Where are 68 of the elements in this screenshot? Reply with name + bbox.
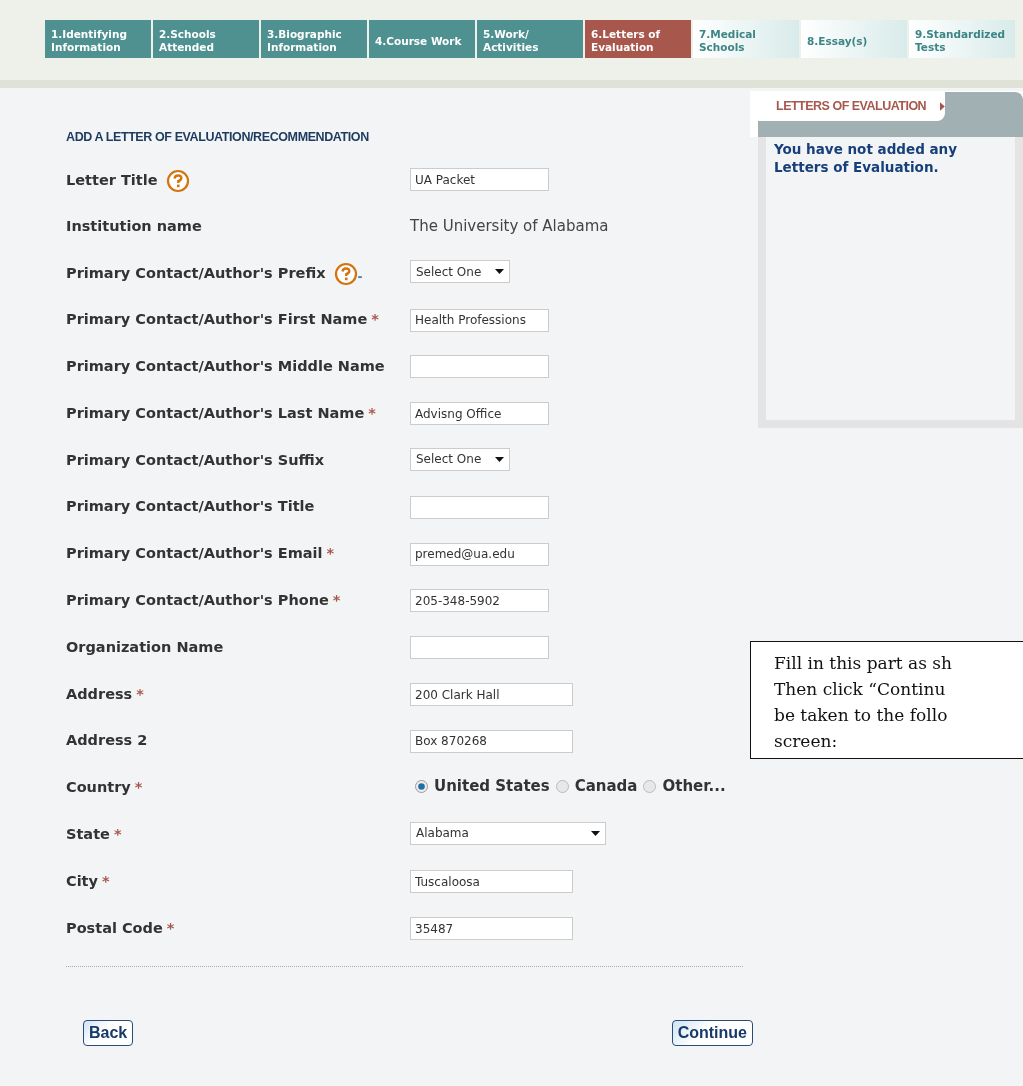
required-mark: * (332, 590, 341, 610)
field-label: Letter Title (66, 170, 158, 190)
required-mark: * (134, 778, 143, 798)
text-field[interactable]: Health Professions (410, 308, 549, 332)
text-field[interactable]: UA Packet (410, 168, 549, 192)
help-icon[interactable] (165, 168, 190, 193)
step-tab[interactable]: 2.Schools Attended (153, 20, 259, 58)
required-mark: * (371, 310, 379, 330)
radio-option[interactable]: Canada (555, 775, 638, 798)
arrow-icon (940, 101, 945, 111)
step-tab[interactable]: 9.Standardized Tests (909, 20, 1015, 58)
field-label: Primary Contact/Author's Email (66, 544, 323, 564)
field-label: Address 2 (66, 731, 148, 751)
step-tab[interactable]: 5.Work/ Activities (477, 20, 583, 58)
dropdown[interactable]: Alabama (410, 821, 606, 845)
text-field[interactable] (410, 636, 549, 660)
instruction-text: Fill in this part as sh Then click “Continu be taken to the follo screen: (774, 652, 953, 753)
caret-icon (495, 269, 504, 275)
nav-button[interactable]: Back (83, 1020, 134, 1047)
step-tab[interactable]: 1.Identifying Information (45, 20, 151, 58)
field-value: The University of Alabama (410, 216, 609, 235)
text-field[interactable]: Tuscaloosa (410, 870, 573, 894)
empty-message: You have not added any Letters of Evaluation. (774, 140, 958, 176)
required-mark: * (113, 824, 122, 844)
field-label: Country (66, 778, 131, 798)
step-tab[interactable]: 6.Letters of Evaluation (585, 20, 691, 58)
step-tab[interactable]: 7.Medical Schools (693, 20, 799, 58)
dash-mark: - (357, 269, 363, 287)
required-mark: * (102, 871, 110, 891)
text-field[interactable]: 35487 (410, 917, 573, 940)
text-field[interactable]: 200 Clark Hall (410, 683, 573, 706)
help-icon[interactable] (333, 262, 358, 287)
text-field[interactable] (410, 495, 549, 519)
nav-button[interactable]: Continue (671, 1020, 753, 1047)
field-label: Primary Contact/Author's Title (66, 497, 315, 517)
field-label: Primary Contact/Author's Phone (66, 590, 329, 610)
field-label: Address (66, 684, 133, 704)
caret-icon (591, 830, 600, 836)
step-tab[interactable]: 4.Course Work (369, 20, 475, 58)
field-label: Primary Contact/Author's First Name (66, 310, 368, 330)
field-label: Postal Code (66, 918, 163, 938)
text-field[interactable]: premed@ua.edu (410, 542, 549, 566)
required-mark: * (326, 544, 335, 564)
field-label: Organization Name (66, 637, 224, 657)
field-label: City (66, 871, 98, 891)
step-tab[interactable]: 3.Biographic Information (261, 20, 367, 58)
field-label: State (66, 824, 110, 844)
field-label: Primary Contact/Author's Last Name (66, 403, 365, 423)
required-mark: * (136, 684, 144, 704)
text-field[interactable] (410, 355, 549, 379)
required-mark: * (368, 403, 376, 423)
field-label: Institution name (66, 216, 202, 236)
required-mark: * (166, 918, 175, 938)
caret-icon (495, 456, 504, 462)
field-label: Primary Contact/Author's Suffix (66, 450, 325, 470)
field-label: Primary Contact/Author's Prefix (66, 264, 326, 284)
field-label: Primary Contact/Author's Middle Name (66, 356, 385, 376)
step-tab[interactable]: 8.Essay(s) (801, 20, 907, 58)
dropdown[interactable]: Select One (410, 447, 510, 471)
text-field[interactable]: Advisng Office (410, 402, 549, 426)
form-heading: ADD A LETTER OF EVALUATION/RECOMMENDATION (66, 129, 370, 146)
radio-option[interactable]: United States (415, 775, 550, 798)
panel-title: LETTERS OF EVALUATION (776, 97, 927, 115)
panel-tab[interactable]: LETTERS OF EVALUATION (758, 91, 945, 121)
dropdown[interactable]: Select One (410, 260, 510, 284)
radio-option[interactable]: Other... (643, 775, 726, 798)
text-field[interactable]: Box 870268 (410, 729, 573, 753)
text-field[interactable]: 205-348-5902 (410, 589, 549, 613)
